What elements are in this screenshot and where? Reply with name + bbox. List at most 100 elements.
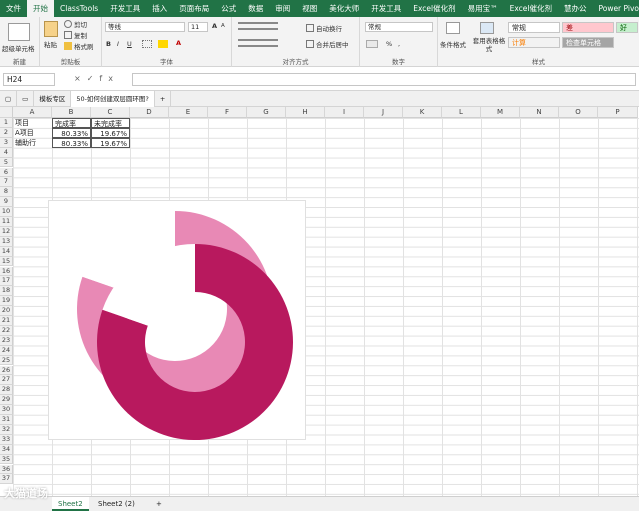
row-header-36[interactable]: 36 bbox=[0, 464, 13, 475]
style-bad[interactable]: 差 bbox=[562, 22, 614, 33]
column-header-c[interactable]: C bbox=[91, 107, 130, 118]
column-header-f[interactable]: F bbox=[208, 107, 247, 118]
table-cell[interactable]: 辅助行 bbox=[13, 138, 52, 148]
column-header-l[interactable]: L bbox=[442, 107, 481, 118]
table-cell[interactable]: 项目 bbox=[13, 118, 52, 128]
ribbon-tab-13[interactable]: 易用宝™ bbox=[462, 0, 504, 17]
table-cell[interactable]: 完成率 bbox=[52, 118, 91, 128]
enter-icon[interactable]: ✓ bbox=[87, 74, 100, 83]
ribbon-tab-14[interactable]: Excel催化剂 bbox=[504, 0, 558, 17]
row-header-28[interactable]: 28 bbox=[0, 385, 13, 396]
ribbon-tab-3[interactable]: 开发工具 bbox=[104, 0, 146, 17]
table-cell[interactable]: 80.33% bbox=[52, 127, 91, 138]
ribbon-tab-11[interactable]: 开发工具 bbox=[365, 0, 407, 17]
ribbon-tab-16[interactable]: Power Pivot bbox=[592, 0, 639, 17]
fast-tool-button[interactable]: 超级单元格 bbox=[2, 43, 35, 53]
cut-button[interactable]: 剪切 bbox=[64, 19, 87, 29]
copy-button[interactable]: 复制 bbox=[64, 30, 87, 40]
row-header-32[interactable]: 32 bbox=[0, 424, 13, 435]
row-header-22[interactable]: 22 bbox=[0, 325, 13, 336]
table-cell[interactable]: 19.67% bbox=[91, 127, 130, 138]
font-name-select[interactable]: 等线 bbox=[105, 22, 185, 32]
select-all-corner[interactable] bbox=[0, 107, 13, 118]
column-header-d[interactable]: D bbox=[130, 107, 169, 118]
table-cell[interactable]: A项目 bbox=[13, 128, 52, 138]
bold-button[interactable]: B bbox=[106, 40, 111, 48]
row-header-30[interactable]: 30 bbox=[0, 405, 13, 415]
row-header-14[interactable]: 14 bbox=[0, 246, 13, 257]
row-header-21[interactable]: 21 bbox=[0, 316, 13, 326]
ribbon-tab-12[interactable]: Excel催化剂 bbox=[407, 0, 461, 17]
row-header-31[interactable]: 31 bbox=[0, 415, 13, 425]
ribbon-tab-8[interactable]: 审阅 bbox=[269, 0, 296, 17]
ribbon-tab-15[interactable]: 慧办公 bbox=[558, 0, 593, 17]
ribbon-tab-1[interactable]: 开始 bbox=[27, 0, 54, 17]
row-header-15[interactable]: 15 bbox=[0, 256, 13, 267]
comma-button[interactable]: , bbox=[398, 40, 400, 48]
column-header-o[interactable]: O bbox=[559, 107, 598, 118]
row-header-10[interactable]: 10 bbox=[0, 207, 13, 217]
row-header-24[interactable]: 24 bbox=[0, 345, 13, 356]
row-header-37[interactable]: 37 bbox=[0, 474, 13, 485]
row-header-18[interactable]: 18 bbox=[0, 286, 13, 297]
row-header-27[interactable]: 27 bbox=[0, 375, 13, 386]
border-icon[interactable] bbox=[142, 40, 152, 48]
fast-tool-icon[interactable] bbox=[8, 23, 30, 41]
ribbon-tab-7[interactable]: 数据 bbox=[242, 0, 269, 17]
column-header-e[interactable]: E bbox=[169, 107, 208, 118]
ribbon-tab-2[interactable]: ClassTools bbox=[54, 0, 104, 17]
row-header-5[interactable]: 5 bbox=[0, 157, 13, 168]
name-box[interactable]: H24 bbox=[3, 73, 55, 86]
number-format-select[interactable]: 常规 bbox=[365, 22, 433, 32]
workbook-tab-current[interactable]: 50-如何创建双层圆环图? bbox=[71, 90, 155, 107]
row-header-4[interactable]: 4 bbox=[0, 147, 13, 158]
fx-icon[interactable]: fx bbox=[99, 74, 119, 83]
column-header-i[interactable]: I bbox=[325, 107, 364, 118]
add-sheet-button[interactable]: + bbox=[150, 497, 168, 511]
table-format-button[interactable]: 套用表格格式 bbox=[472, 37, 506, 53]
format-painter-button[interactable]: 格式刷 bbox=[64, 41, 94, 51]
conditional-format-icon[interactable] bbox=[446, 22, 460, 34]
row-header-34[interactable]: 34 bbox=[0, 444, 13, 455]
sheet-tab-sheet2-copy[interactable]: Sheet2 (2) bbox=[92, 497, 141, 511]
row-header-2[interactable]: 2 bbox=[0, 127, 13, 138]
wrap-text-button[interactable]: 自动换行 bbox=[306, 23, 342, 33]
cancel-icon[interactable]: × bbox=[74, 74, 87, 83]
row-header-26[interactable]: 26 bbox=[0, 365, 13, 376]
ribbon-tab-10[interactable]: 美化大师 bbox=[323, 0, 365, 17]
fill-color-icon[interactable] bbox=[158, 40, 168, 48]
percent-button[interactable]: % bbox=[386, 40, 392, 48]
row-header-9[interactable]: 9 bbox=[0, 197, 13, 208]
underline-button[interactable]: U bbox=[127, 40, 132, 48]
table-format-icon[interactable] bbox=[480, 22, 494, 34]
ribbon-tab-5[interactable]: 页面布局 bbox=[173, 0, 215, 17]
italic-button[interactable]: I bbox=[117, 40, 119, 48]
ribbon-tab-6[interactable]: 公式 bbox=[215, 0, 242, 17]
row-header-1[interactable]: 1 bbox=[0, 118, 13, 128]
row-header-16[interactable]: 16 bbox=[0, 266, 13, 277]
row-header-7[interactable]: 7 bbox=[0, 177, 13, 188]
align-left-icon[interactable] bbox=[238, 39, 278, 47]
column-header-g[interactable]: G bbox=[247, 107, 286, 118]
row-header-17[interactable]: 17 bbox=[0, 276, 13, 287]
folder-icon[interactable]: ▭ bbox=[17, 90, 35, 107]
table-cell[interactable]: 未完成率 bbox=[91, 118, 130, 128]
font-size-select[interactable]: 11 bbox=[188, 22, 208, 32]
font-grow-button[interactable]: A bbox=[212, 22, 217, 30]
row-header-19[interactable]: 19 bbox=[0, 296, 13, 307]
merge-center-button[interactable]: 合并后居中 bbox=[306, 39, 349, 49]
align-top-icon[interactable] bbox=[238, 22, 278, 30]
ribbon-tab-4[interactable]: 插入 bbox=[146, 0, 173, 17]
ribbon-tab-9[interactable]: 视图 bbox=[296, 0, 323, 17]
new-doc-icon[interactable]: ▢ bbox=[0, 90, 18, 107]
row-header-13[interactable]: 13 bbox=[0, 236, 13, 247]
row-header-20[interactable]: 20 bbox=[0, 306, 13, 316]
conditional-format-button[interactable]: 条件格式 bbox=[440, 39, 466, 49]
column-header-p[interactable]: P bbox=[598, 107, 638, 118]
currency-icon[interactable] bbox=[366, 40, 378, 48]
column-header-h[interactable]: H bbox=[286, 107, 325, 118]
table-cell[interactable]: 80.33% bbox=[52, 137, 91, 148]
row-header-12[interactable]: 12 bbox=[0, 226, 13, 237]
column-header-j[interactable]: J bbox=[364, 107, 403, 118]
style-normal[interactable]: 常规 bbox=[508, 22, 560, 33]
